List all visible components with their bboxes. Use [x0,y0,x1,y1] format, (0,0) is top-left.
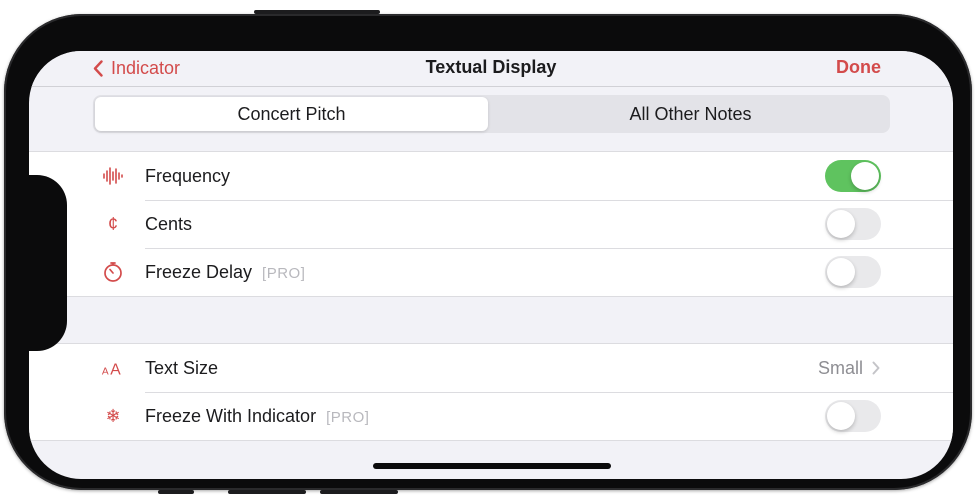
freeze-with-indicator-toggle[interactable] [825,400,881,432]
screen: Indicator Textual Display Done Concert P… [29,51,953,479]
pitch-segmented-control: Concert Pitch All Other Notes [93,95,890,133]
cent-sign-icon: ¢ [107,213,118,234]
freeze-with-indicator-label: Freeze With Indicator [145,406,317,426]
bottom-hardware-button-3 [320,490,398,494]
svg-text:A: A [102,366,109,377]
frequency-toggle[interactable] [825,160,881,192]
row-label-text-size: Text Size [145,358,219,378]
row-freeze-delay: Freeze Delay [PRO] [29,248,953,296]
segment-all-other-notes[interactable]: All Other Notes [493,97,888,131]
bottom-hardware-button-2 [228,490,306,494]
waveform-icon [101,164,125,188]
done-button[interactable]: Done [836,57,881,78]
text-options-group: A A Text Size Small ❄ Freeze With Indica… [29,343,953,441]
row-cents: ¢ Cents [29,200,953,248]
row-freeze-with-indicator: ❄ Freeze With Indicator [PRO] [29,392,953,440]
freeze-delay-label: Freeze Delay [145,262,253,282]
pro-badge: [PRO] [326,409,370,426]
bottom-hardware-button-1 [158,490,194,494]
cents-toggle[interactable] [825,208,881,240]
row-label-frequency: Frequency [145,166,231,186]
toggle-knob [827,210,855,238]
row-label-cents: Cents [145,214,193,234]
navigation-bar: Indicator Textual Display Done [29,51,953,87]
nav-divider [29,86,953,87]
row-label-freeze-with-indicator: Freeze With Indicator [PRO] [145,406,369,427]
home-indicator[interactable] [373,463,611,469]
timer-icon [101,260,125,284]
row-frequency: Frequency [29,152,953,200]
phone-frame: Indicator Textual Display Done Concert P… [4,10,972,494]
freeze-delay-toggle[interactable] [825,256,881,288]
row-label-freeze-delay: Freeze Delay [PRO] [145,262,305,283]
svg-text:A: A [110,361,121,377]
pro-badge: [PRO] [262,265,306,282]
row-text-size[interactable]: A A Text Size Small [29,344,953,392]
display-options-group: Frequency ¢ Cents Freeze Delay [PRO] [29,151,953,297]
top-hardware-button [254,10,380,14]
toggle-knob [827,258,855,286]
snowflake-icon: ❄ [105,405,121,426]
toggle-knob [851,162,879,190]
text-size-value: Small [817,358,863,378]
camera-notch [29,175,67,351]
toggle-knob [827,402,855,430]
page-title: Textual Display [425,57,557,77]
text-size-icon: A A [101,356,125,380]
segment-concert-pitch[interactable]: Concert Pitch [95,97,488,131]
chevron-right-icon [872,361,880,375]
